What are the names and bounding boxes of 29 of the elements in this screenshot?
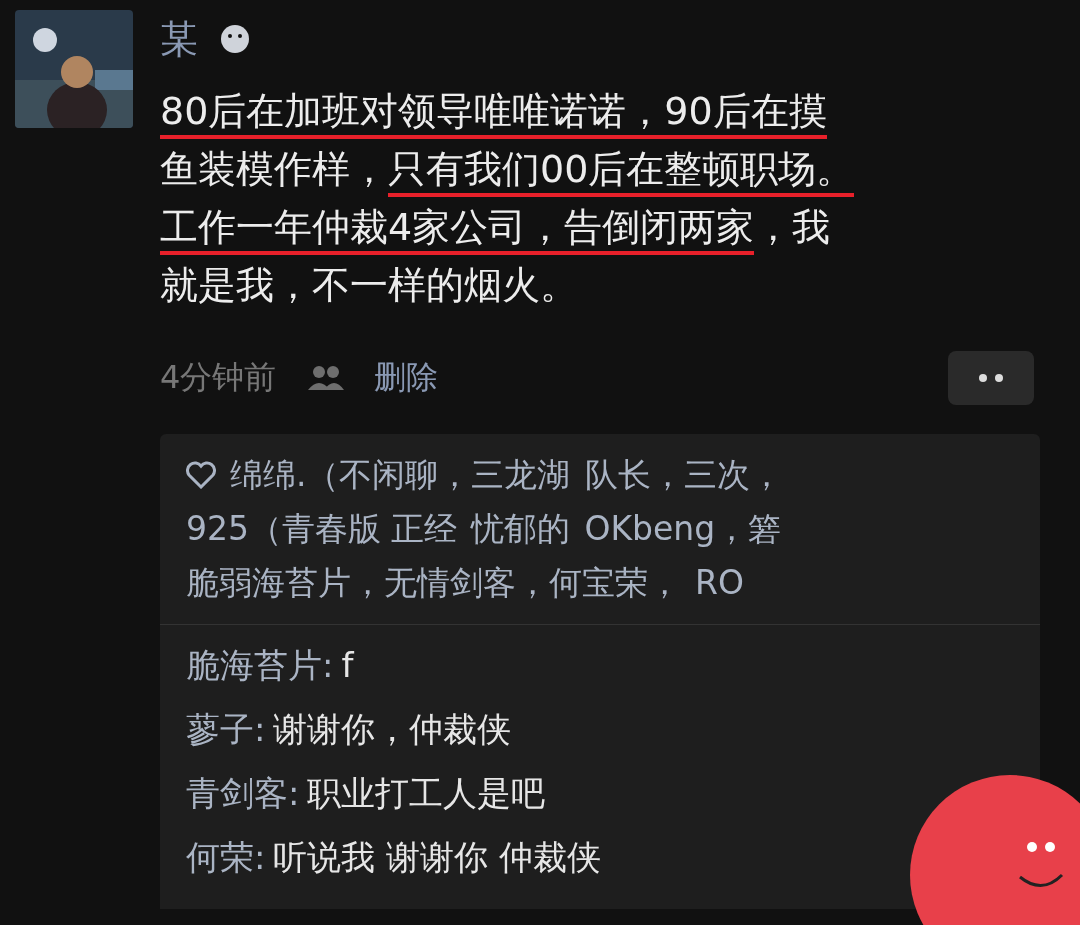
comment-text: f <box>341 645 354 685</box>
more-icon <box>976 373 1006 383</box>
author-name[interactable]: 某 <box>160 13 198 65</box>
commenter-name[interactable]: 青剑客: <box>186 773 300 813</box>
post-text: 只有我们00后在整顿职场。 <box>388 147 855 197</box>
post-text: 工作一年仲裁4家公司，告倒闭两家 <box>160 205 755 255</box>
post-text: 80后在加班对领导唯唯诺诺，90后在摸 <box>160 89 827 139</box>
liker-name[interactable]: 脆弱海苔片，无情剑客，何宝荣， <box>186 556 681 610</box>
liker-name[interactable]: OKbeng，箬 <box>584 502 782 556</box>
comment-text: 职业打工人是吧 <box>307 773 546 813</box>
more-button[interactable] <box>948 351 1034 405</box>
people-icon <box>306 364 347 392</box>
smiley-icon <box>220 24 250 54</box>
liker-name[interactable]: 队长，三次， <box>584 448 783 502</box>
post-time: 4分钟前 <box>160 357 277 398</box>
liker-name[interactable]: 925（青春版 正经 <box>186 502 458 556</box>
comment-text: 谢谢你，仲裁侠 <box>273 709 512 749</box>
comment-text: 听说我 谢谢你 仲裁侠 <box>273 837 602 877</box>
liker-name[interactable]: 忧郁的 <box>471 502 571 556</box>
post-text: 就是我，不一样的烟火。 <box>160 263 578 309</box>
delete-link[interactable]: 删除 <box>374 356 439 400</box>
liker-name[interactable]: 绵绵.（不闲聊，三龙湖 <box>230 448 571 502</box>
heart-icon <box>186 461 216 489</box>
commenter-name[interactable]: 脆海苔片: <box>186 645 334 685</box>
liker-name[interactable]: RO <box>695 556 744 610</box>
commenter-name[interactable]: 蓼子: <box>186 709 266 749</box>
post-text: 鱼装模作样， <box>160 147 388 193</box>
commenter-name[interactable]: 何荣: <box>186 837 266 877</box>
post-text: ，我 <box>754 205 831 251</box>
